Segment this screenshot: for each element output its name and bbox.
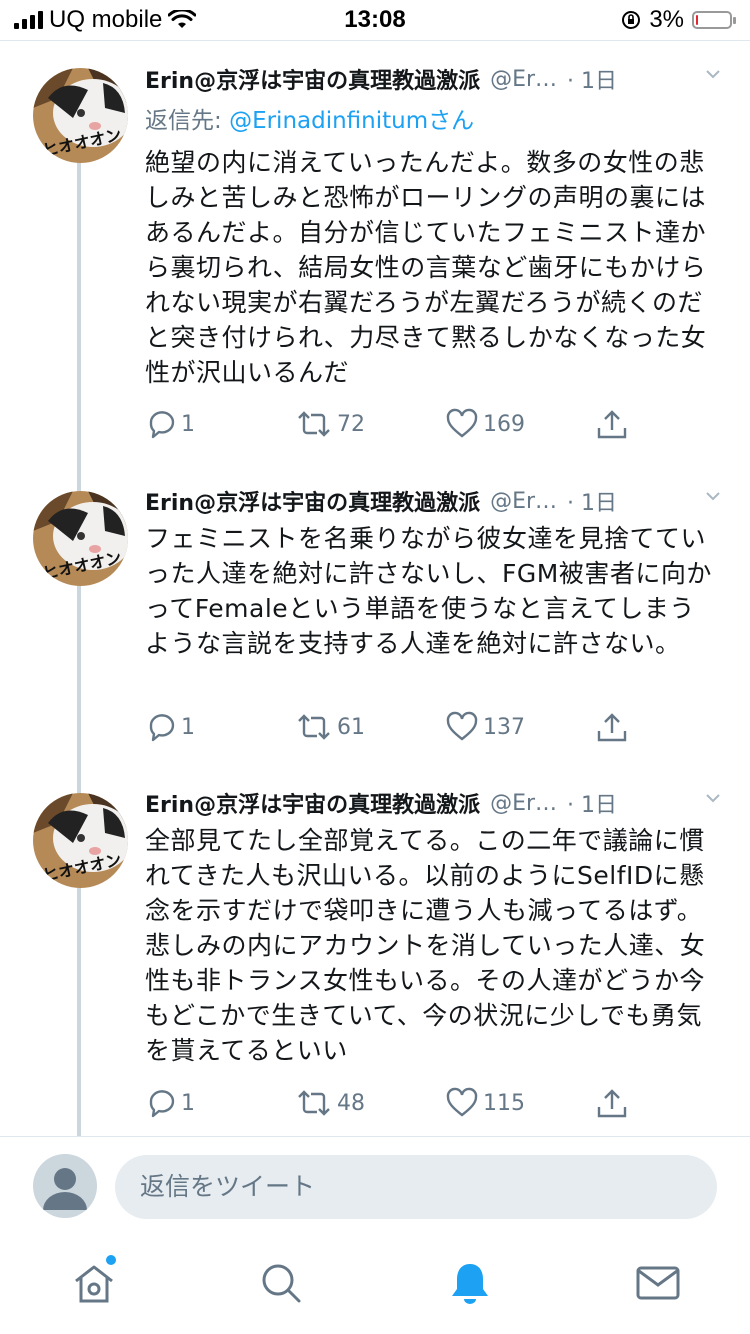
author-name[interactable]: Erin@京浮は宇宙の真理教過激派 — [145, 485, 480, 517]
retweet-icon — [298, 411, 330, 437]
tweet-time[interactable]: · 1日 — [567, 787, 617, 819]
reply-to-suffix[interactable]: さん — [428, 108, 474, 134]
heart-icon — [446, 1087, 478, 1117]
tweet-text: フェミニストを名乗りながら彼女達を見捨てていった人達を絶対に許さないし、FGM被… — [145, 524, 712, 658]
chevron-down-icon[interactable] — [706, 489, 720, 503]
avatar[interactable]: ヒオオオン — [33, 491, 128, 586]
tweet-actions: 1 61 137 — [145, 711, 645, 751]
retweet-count: 72 — [337, 411, 365, 437]
tweet-text: 全部見てたし全部覚えてる。この二年で議論に慣れてきた人も沢山いる。以前のようにS… — [145, 826, 706, 1065]
reply-button[interactable]: 1 — [145, 408, 195, 440]
status-bar: UQ mobile 13:08 3% — [0, 0, 750, 40]
tab-messages[interactable] — [634, 1259, 682, 1307]
search-icon — [262, 1264, 301, 1303]
tweet-thread[interactable]: ヒオオオン Erin@京浮は宇宙の真理教過激派 @Er… · 1日 返信先: @… — [0, 40, 750, 1137]
reply-button[interactable]: 1 — [145, 1087, 195, 1119]
tweet-text: 絶望の内に消えていったんだよ。数多の女性の悲しみと苦しみと恐怖がローリングの声明… — [145, 148, 707, 387]
cat-avatar-icon: ヒオオオン — [33, 793, 128, 888]
author-handle[interactable]: @Er… — [490, 489, 557, 514]
chevron-down-icon[interactable] — [706, 67, 720, 81]
tab-notifications[interactable] — [446, 1259, 494, 1307]
tab-home[interactable] — [70, 1255, 118, 1307]
orientation-lock-icon — [622, 11, 641, 29]
tweet-actions: 1 48 115 — [145, 1087, 645, 1127]
like-button[interactable]: 169 — [445, 408, 525, 440]
bottom-tab-bar — [0, 1237, 750, 1334]
default-profile-icon — [43, 1168, 87, 1210]
avatar[interactable]: ヒオオオン — [33, 68, 128, 163]
reply-tweet-input[interactable]: 返信をツイート — [115, 1155, 717, 1219]
reply-count: 1 — [181, 1090, 195, 1116]
reply-to-line: 返信先: @Erinadinfinitumさん — [145, 101, 474, 135]
retweet-button[interactable]: 72 — [295, 408, 365, 440]
author-handle[interactable]: @Er… — [490, 67, 557, 92]
reply-icon — [149, 1090, 175, 1118]
bell-icon — [452, 1264, 488, 1304]
battery-level-fill — [696, 15, 698, 25]
author-name[interactable]: Erin@京浮は宇宙の真理教過激派 — [145, 63, 480, 95]
tweet-actions: 1 72 169 — [145, 408, 645, 448]
reply-count: 1 — [181, 714, 195, 740]
battery-icon — [692, 11, 736, 29]
share-icon — [597, 1089, 627, 1118]
like-count: 169 — [483, 411, 525, 437]
share-button[interactable] — [595, 1087, 629, 1121]
like-button[interactable]: 115 — [445, 1087, 525, 1119]
share-button[interactable] — [595, 408, 629, 442]
reply-to-mention[interactable]: @Erinadinfinitum — [229, 108, 428, 134]
author-handle[interactable]: @Er… — [490, 791, 557, 816]
home-icon — [75, 1265, 113, 1303]
reply-count: 1 — [181, 411, 195, 437]
share-icon — [597, 410, 627, 439]
tab-search[interactable] — [257, 1259, 305, 1307]
battery-percent: 3% — [649, 6, 684, 33]
author-name[interactable]: Erin@京浮は宇宙の真理教過激派 — [145, 787, 480, 819]
retweet-count: 61 — [337, 714, 365, 740]
retweet-button[interactable]: 48 — [295, 1087, 365, 1119]
tweet[interactable]: ヒオオオン Erin@京浮は宇宙の真理教過激派 @Er… · 1日 返信先: @… — [0, 41, 750, 491]
reply-icon — [149, 714, 175, 742]
tweet-time[interactable]: · 1日 — [567, 485, 617, 517]
cat-avatar-icon: ヒオオオン — [33, 68, 128, 163]
like-button[interactable]: 137 — [445, 711, 525, 743]
tweet[interactable]: ヒオオオン Erin@京浮は宇宙の真理教過激派 @Er… · 1日 全部見てたし… — [0, 791, 750, 1137]
status-right: 3% — [621, 6, 736, 34]
share-icon — [597, 713, 627, 742]
heart-icon — [446, 408, 478, 438]
reply-button[interactable]: 1 — [145, 711, 195, 743]
avatar[interactable]: ヒオオオン — [33, 793, 128, 888]
retweet-icon — [298, 714, 330, 740]
retweet-count: 48 — [337, 1090, 365, 1116]
cat-avatar-icon: ヒオオオン — [33, 491, 128, 586]
like-count: 137 — [483, 714, 525, 740]
retweet-icon — [298, 1090, 330, 1116]
retweet-button[interactable]: 61 — [295, 711, 365, 743]
reply-composer: 返信をツイート — [0, 1137, 750, 1237]
thread-connector-line — [77, 141, 81, 491]
heart-icon — [446, 711, 478, 741]
new-content-dot — [106, 1255, 116, 1265]
mail-icon — [636, 1266, 680, 1300]
like-count: 115 — [483, 1090, 525, 1116]
user-avatar[interactable] — [33, 1154, 97, 1218]
reply-icon — [149, 411, 175, 439]
tweet[interactable]: ヒオオオン Erin@京浮は宇宙の真理教過激派 @Er… · 1日 フェミニスト… — [0, 489, 750, 793]
chevron-down-icon[interactable] — [706, 791, 720, 805]
tweet-time[interactable]: · 1日 — [567, 63, 617, 95]
share-button[interactable] — [595, 711, 629, 745]
reply-to-prefix: 返信先: — [145, 108, 230, 134]
